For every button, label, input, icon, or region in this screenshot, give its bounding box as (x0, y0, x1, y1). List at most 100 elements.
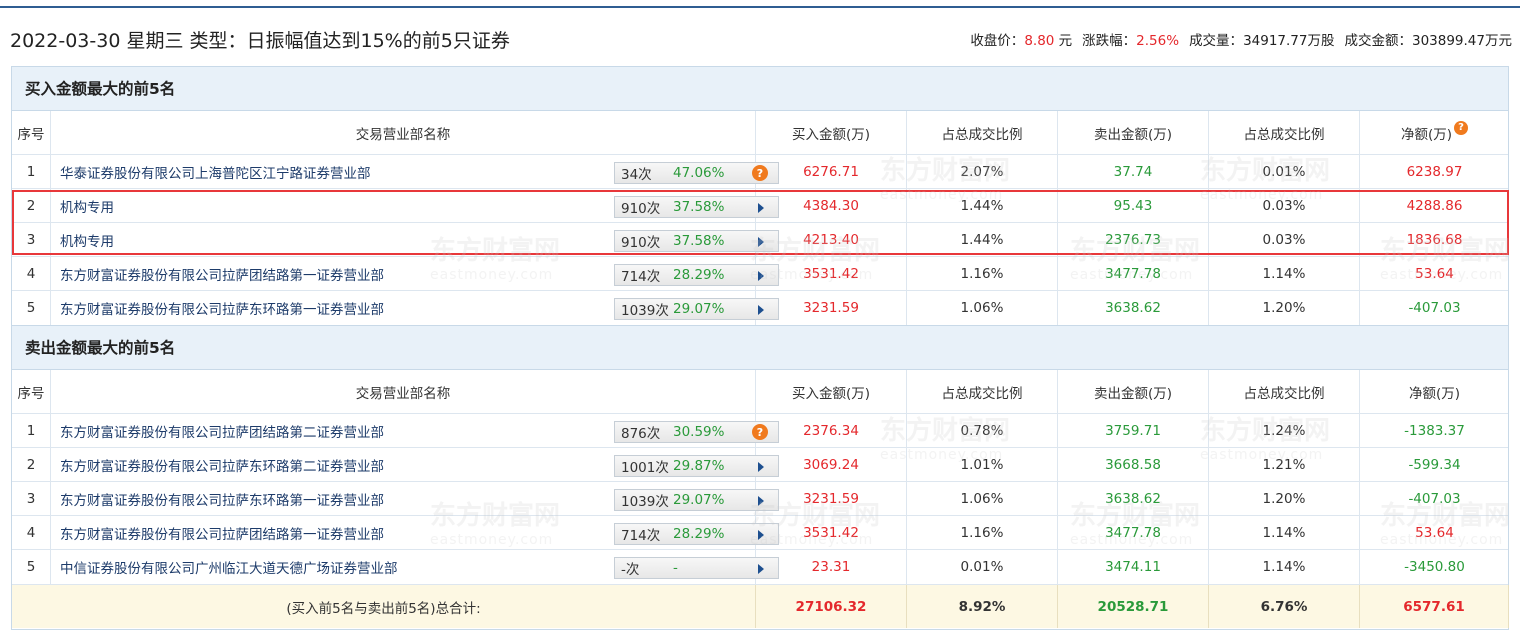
branch-stats-button[interactable]: 1001次 29.87% (614, 455, 779, 477)
listing-count: 910次 (621, 235, 661, 251)
col-idx: 序号 (12, 370, 51, 413)
row-index: 1 (12, 414, 51, 447)
sell-amount: 3759.71 (1058, 414, 1209, 447)
table-row: 1 华泰证券股份有限公司上海普陀区江宁路证券营业部 34次 47.06%? 6276.7… (12, 155, 1508, 189)
branch-name-link[interactable]: 东方财富证券股份有限公司拉萨东环路第一证券营业部 (60, 489, 384, 509)
row-index: 3 (12, 223, 51, 256)
buy-amount: 23.31 (756, 550, 907, 584)
sell-ratio: 1.21% (1209, 448, 1360, 481)
sell-ratio: 1.14% (1209, 550, 1360, 584)
listing-count: 714次 (621, 269, 661, 285)
branch-name-link[interactable]: 东方财富证券股份有限公司拉萨团结路第二证券营业部 (60, 421, 384, 441)
branch-name-link[interactable]: 东方财富证券股份有限公司拉萨东环路第一证券营业部 (60, 298, 384, 318)
branch-stats-button[interactable]: -次 - (614, 557, 779, 579)
col-buy: 买入金额(万) (756, 111, 907, 154)
sell-ratio: 0.03% (1209, 189, 1360, 222)
amount-value: 303899.47万元 (1411, 33, 1512, 49)
buy-ratio: 2.07% (907, 155, 1058, 188)
branch-name-link[interactable]: 机构专用 (60, 196, 114, 216)
row-index: 5 (12, 550, 51, 584)
win-rate: 29.07% (673, 301, 725, 317)
buy-rows: 1 华泰证券股份有限公司上海普陀区江宁路证券营业部 34次 47.06%? 6276.7… (12, 155, 1508, 325)
buy-ratio: 1.16% (907, 516, 1058, 549)
branch-stats-button[interactable]: 34次 47.06%? (614, 162, 779, 184)
buy-section-title: 买入金额最大的前5名 (12, 67, 1508, 111)
sell-amount: 3638.62 (1058, 482, 1209, 515)
sell-rows: 1 东方财富证券股份有限公司拉萨团结路第二证券营业部 876次 30.59%? 2376… (12, 414, 1508, 584)
branch-stats-button[interactable]: 1039次 29.07% (614, 298, 779, 320)
sell-ratio: 0.01% (1209, 155, 1360, 188)
col-sell: 卖出金额(万) (1058, 370, 1209, 413)
buy-amount: 3531.42 (756, 257, 907, 290)
branch-name-link[interactable]: 华泰证券股份有限公司上海普陀区江宁路证券营业部 (60, 162, 371, 182)
row-index: 2 (12, 448, 51, 481)
buy-amount: 2376.34 (756, 414, 907, 447)
table-header-row: 序号 交易营业部名称 买入金额(万) 占总成交比例 卖出金额(万) 占总成交比例… (12, 370, 1508, 414)
table-row: 5 中信证券股份有限公司广州临江大道天德广场证券营业部 -次 - 23.31 0.01% 3… (12, 550, 1508, 584)
listing-count: 1039次 (621, 494, 669, 510)
net-amount: -407.03 (1408, 300, 1461, 316)
sell-amount: 37.74 (1058, 155, 1209, 188)
branch-name-link[interactable]: 机构专用 (60, 230, 114, 250)
win-rate: 37.58% (673, 199, 725, 215)
branch-stats-button[interactable]: 714次 28.29% (614, 523, 779, 545)
col-sell-pct: 占总成交比例 (1209, 370, 1360, 413)
total-buy-pct: 8.92% (907, 585, 1058, 628)
branch-stats-button[interactable]: 876次 30.59%? (614, 421, 779, 443)
top-rule (0, 6, 1520, 8)
row-index: 3 (12, 482, 51, 515)
branch-stats-button[interactable]: 910次 37.58% (614, 230, 779, 252)
buy-amount: 3231.59 (756, 482, 907, 515)
branch-name-link[interactable]: 中信证券股份有限公司广州临江大道天德广场证券营业部 (60, 557, 398, 577)
total-sell: 20528.71 (1058, 585, 1209, 628)
branch-stats-button[interactable]: 714次 28.29% (614, 264, 779, 286)
table-header-row: 序号 交易营业部名称 买入金额(万) 占总成交比例 卖出金额(万) 占总成交比例… (12, 111, 1508, 155)
net-amount: -599.34 (1408, 456, 1461, 473)
amount-label: 成交金额： (1344, 33, 1412, 49)
net-amount: -3450.80 (1404, 559, 1465, 575)
net-amount: 4288.86 (1406, 197, 1463, 214)
table-row: 1 东方财富证券股份有限公司拉萨团结路第二证券营业部 876次 30.59%? 2376… (12, 414, 1508, 448)
branch-name-link[interactable]: 东方财富证券股份有限公司拉萨东环路第二证券营业部 (60, 455, 384, 475)
branch-stats-button[interactable]: 1039次 29.07% (614, 489, 779, 511)
total-row: (买入前5名与卖出前5名)总合计: 27106.32 8.92% 20528.7… (12, 584, 1509, 628)
help-icon[interactable]: ? (1454, 120, 1469, 135)
win-rate: 28.29% (673, 526, 725, 542)
buy-amount: 4384.30 (756, 189, 907, 222)
listing-count: 714次 (621, 528, 661, 544)
page-title: 2022-03-30 星期三 类型：日振幅值达到15%的前5只证券 (10, 30, 510, 52)
sell-ratio: 1.14% (1209, 257, 1360, 290)
total-sell-pct: 6.76% (1209, 585, 1360, 628)
col-net[interactable]: 净额(万)? (1360, 111, 1509, 154)
branch-stats-button[interactable]: 910次 37.58% (614, 196, 779, 218)
branch-cell: 东方财富证券股份有限公司拉萨团结路第二证券营业部 876次 30.59%? (51, 414, 779, 447)
buy-ratio: 0.01% (907, 550, 1058, 584)
sell-ratio: 1.14% (1209, 516, 1360, 549)
sell-amount: 3474.11 (1058, 550, 1209, 584)
branch-name-link[interactable]: 东方财富证券股份有限公司拉萨团结路第一证券营业部 (60, 264, 384, 284)
row-index: 4 (12, 516, 51, 549)
sell-ratio: 1.24% (1209, 414, 1360, 447)
win-rate: 47.06% (673, 165, 725, 181)
table-row: 5 东方财富证券股份有限公司拉萨东环路第一证券营业部 1039次 29.07% 3231… (12, 291, 1508, 325)
buy-amount: 3531.42 (756, 516, 907, 549)
table-row: 3 机构专用 910次 37.58% 4213.40 1.44% 2376.73 0.03% 1… (12, 223, 1508, 257)
sell-amount: 95.43 (1058, 189, 1209, 222)
listing-count: 34次 (621, 167, 652, 183)
col-name: 交易营业部名称 (51, 111, 756, 154)
row-index: 4 (12, 257, 51, 290)
net-amount: 53.64 (1415, 524, 1454, 541)
table-row: 2 机构专用 910次 37.58% 4384.30 1.44% 95.43 0.03% 428… (12, 189, 1508, 223)
listing-count: 1039次 (621, 303, 669, 319)
sell-ratio: 1.20% (1209, 291, 1360, 325)
buy-ratio: 1.44% (907, 189, 1058, 222)
listing-count: 876次 (621, 426, 661, 442)
col-buy-pct: 占总成交比例 (907, 111, 1058, 154)
branch-cell: 东方财富证券股份有限公司拉萨团结路第一证券营业部 714次 28.29% (51, 516, 779, 549)
sell-amount: 2376.73 (1058, 223, 1209, 256)
branch-name-link[interactable]: 东方财富证券股份有限公司拉萨团结路第一证券营业部 (60, 523, 384, 543)
col-sell-pct: 占总成交比例 (1209, 111, 1360, 154)
net-amount: -407.03 (1408, 490, 1461, 507)
buy-top5-table: 买入金额最大的前5名 序号 交易营业部名称 买入金额(万) 占总成交比例 卖出金… (11, 66, 1509, 326)
total-buy: 27106.32 (756, 585, 907, 628)
